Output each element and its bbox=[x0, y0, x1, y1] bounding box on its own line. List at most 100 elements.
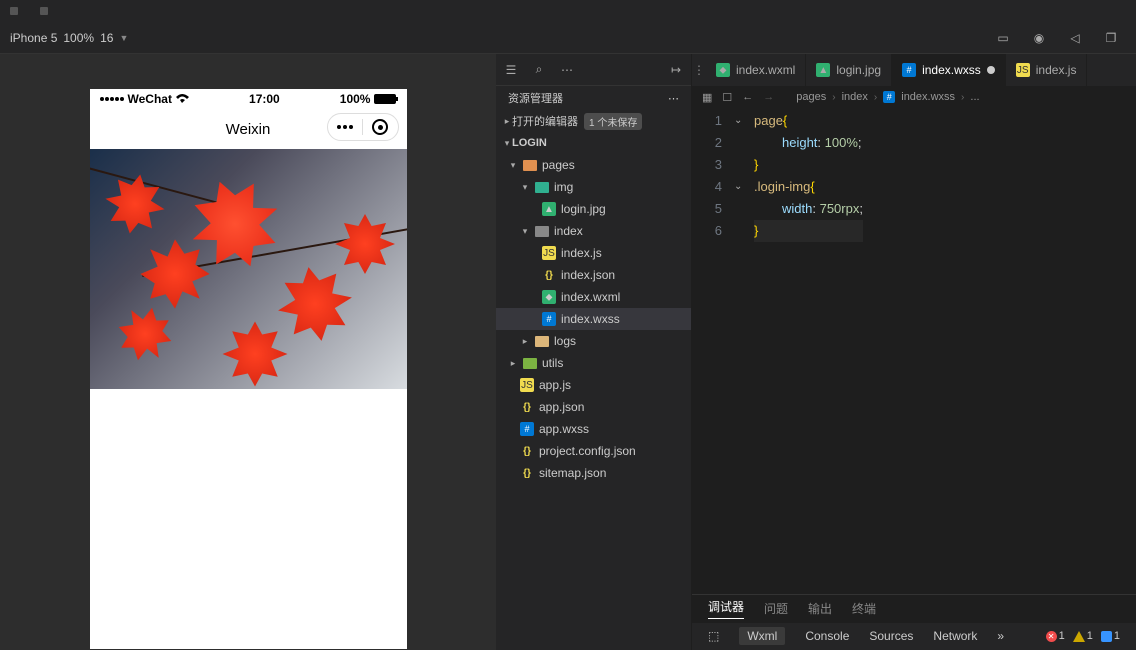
unsaved-dot-icon bbox=[987, 66, 995, 74]
login-image bbox=[90, 149, 407, 389]
devtab-wxml[interactable]: Wxml bbox=[739, 627, 785, 645]
send-icon[interactable]: ◁ bbox=[1068, 31, 1082, 45]
info-icon bbox=[1101, 631, 1112, 642]
forward-icon[interactable]: → bbox=[763, 91, 774, 103]
list-icon[interactable]: ☰ bbox=[504, 63, 518, 77]
back-icon[interactable]: ← bbox=[742, 91, 753, 103]
capsule-button[interactable] bbox=[327, 113, 399, 141]
folder-icon bbox=[535, 226, 549, 237]
top-toolbar: iPhone 5 100% 16 ▼ ▭ ◉ ◁ ❐ bbox=[0, 22, 1136, 54]
inspect-icon[interactable]: ⬚ bbox=[708, 629, 719, 643]
json-file-icon: {} bbox=[520, 400, 534, 414]
image-file-icon: ▲ bbox=[816, 63, 830, 77]
tree-file-indexjson[interactable]: {}index.json bbox=[496, 264, 691, 286]
tree-folder-logs[interactable]: ▸logs bbox=[496, 330, 691, 352]
warning-icon bbox=[1073, 631, 1085, 642]
phone-icon[interactable]: ▭ bbox=[996, 31, 1010, 45]
layout-icon[interactable]: ▦ bbox=[702, 91, 712, 104]
wxss-file-icon bbox=[542, 312, 556, 326]
js-file-icon: JS bbox=[520, 378, 534, 392]
tab-indexjs[interactable]: JSindex.js bbox=[1006, 54, 1088, 86]
tab-output[interactable]: 输出 bbox=[808, 600, 832, 617]
js-file-icon: JS bbox=[1016, 63, 1030, 77]
devtab-sources[interactable]: Sources bbox=[869, 629, 913, 643]
tree-file-indexjs[interactable]: JSindex.js bbox=[496, 242, 691, 264]
editor-panel: ⋮ ⬥index.wxml ▲login.jpg index.wxss JSin… bbox=[692, 54, 1136, 650]
phone-preview[interactable]: WeChat 17:00 100% Weixin bbox=[90, 89, 407, 649]
json-file-icon: {} bbox=[520, 444, 534, 458]
wxml-file-icon: ⬥ bbox=[542, 290, 556, 304]
devtab-console[interactable]: Console bbox=[805, 629, 849, 643]
title-bar bbox=[0, 0, 1136, 22]
more-icon[interactable]: ⋯ bbox=[560, 63, 574, 77]
tree-file-appjson[interactable]: {}app.json bbox=[496, 396, 691, 418]
record-icon[interactable]: ◉ bbox=[1032, 31, 1046, 45]
image-file-icon: ▲ bbox=[542, 202, 556, 216]
breadcrumb[interactable]: ▦ ☐ ← → pages› index› index.wxss› ... bbox=[692, 86, 1136, 108]
wifi-icon bbox=[176, 94, 189, 104]
json-file-icon: {} bbox=[542, 268, 556, 282]
time-label: 17:00 bbox=[249, 92, 280, 106]
folder-icon bbox=[523, 358, 537, 369]
device-selector[interactable]: iPhone 5 100% 16 ▼ bbox=[0, 31, 138, 45]
collapse-icon[interactable]: ↦ bbox=[669, 63, 683, 77]
error-icon: ✕ bbox=[1046, 631, 1057, 642]
folder-icon bbox=[535, 336, 549, 347]
panel-more-icon[interactable]: ⋯ bbox=[668, 92, 679, 105]
tree-file-appjs[interactable]: JSapp.js bbox=[496, 374, 691, 396]
status-indicators[interactable]: ✕1 1 1 bbox=[1046, 630, 1120, 642]
tab-indexwxml[interactable]: ⬥index.wxml bbox=[706, 54, 806, 86]
tree-file-indexwxml[interactable]: ⬥index.wxml bbox=[496, 286, 691, 308]
navbar-title: Weixin bbox=[226, 121, 271, 138]
explorer-title: 资源管理器 bbox=[508, 90, 563, 106]
unsaved-badge: 1 个未保存 bbox=[584, 113, 642, 130]
tab-gutter-icon[interactable]: ⋮ bbox=[692, 54, 706, 86]
tab-debugger[interactable]: 调试器 bbox=[708, 598, 744, 619]
tree-file-sitemap[interactable]: {}sitemap.json bbox=[496, 462, 691, 484]
device-name: iPhone 5 bbox=[10, 31, 57, 45]
open-editors-label: 打开的编辑器 bbox=[512, 113, 578, 129]
tab-terminal[interactable]: 终端 bbox=[852, 600, 876, 617]
tab-problems[interactable]: 问题 bbox=[764, 600, 788, 617]
windows-icon[interactable]: ❐ bbox=[1104, 31, 1118, 45]
chevron-down-icon: ▼ bbox=[119, 33, 128, 43]
json-file-icon: {} bbox=[520, 466, 534, 480]
battery-icon bbox=[374, 94, 396, 104]
bookmark-icon[interactable]: ☐ bbox=[722, 91, 732, 104]
tab-indexwxss[interactable]: index.wxss bbox=[892, 54, 1006, 86]
tree-folder-utils[interactable]: ▸utils bbox=[496, 352, 691, 374]
editor-tabs: ⋮ ⬥index.wxml ▲login.jpg index.wxss JSin… bbox=[692, 54, 1136, 86]
devtab-network[interactable]: Network bbox=[933, 629, 977, 643]
explorer-panel: ☰ ⌕ ⋯ ↦ 资源管理器 ⋯ ▸ 打开的编辑器 1 个未保存 ▾ LOGIN … bbox=[496, 54, 692, 650]
device-extra: 16 bbox=[100, 31, 113, 45]
wxss-file-icon bbox=[902, 63, 916, 77]
wxss-file-icon bbox=[883, 91, 895, 103]
tab-loginjpg[interactable]: ▲login.jpg bbox=[806, 54, 892, 86]
search-icon[interactable]: ⌕ bbox=[532, 63, 546, 77]
simulator-panel: WeChat 17:00 100% Weixin bbox=[0, 54, 496, 650]
device-zoom: 100% bbox=[63, 31, 94, 45]
tree-folder-index[interactable]: ▾index bbox=[496, 220, 691, 242]
file-tree: ▾pages ▾img ▲login.jpg ▾index JSindex.js… bbox=[496, 154, 691, 650]
wxss-file-icon bbox=[520, 422, 534, 436]
tree-file-loginjpg[interactable]: ▲login.jpg bbox=[496, 198, 691, 220]
tree-folder-pages[interactable]: ▾pages bbox=[496, 154, 691, 176]
js-file-icon: JS bbox=[542, 246, 556, 260]
folder-icon bbox=[523, 160, 537, 171]
open-editors-section[interactable]: ▸ 打开的编辑器 1 个未保存 bbox=[496, 110, 691, 132]
bottom-panel: 调试器 问题 输出 终端 ⬚ Wxml Console Sources Netw… bbox=[692, 594, 1136, 650]
phone-statusbar: WeChat 17:00 100% bbox=[90, 89, 407, 109]
devtab-more-icon[interactable]: » bbox=[997, 629, 1004, 643]
tree-folder-img[interactable]: ▾img bbox=[496, 176, 691, 198]
carrier-label: WeChat bbox=[128, 92, 172, 106]
code-editor[interactable]: 123456 ⌄ ⌄ page{ height: 100%; } .login-… bbox=[692, 108, 1136, 594]
project-section[interactable]: ▾ LOGIN bbox=[496, 132, 691, 154]
tree-file-appwxss[interactable]: app.wxss bbox=[496, 418, 691, 440]
project-name: LOGIN bbox=[512, 137, 547, 149]
folder-icon bbox=[535, 182, 549, 193]
line-gutter: 123456 bbox=[692, 108, 734, 594]
tree-file-projectconfig[interactable]: {}project.config.json bbox=[496, 440, 691, 462]
wxml-file-icon: ⬥ bbox=[716, 63, 730, 77]
tree-file-indexwxss[interactable]: index.wxss bbox=[496, 308, 691, 330]
battery-label: 100% bbox=[340, 92, 371, 106]
